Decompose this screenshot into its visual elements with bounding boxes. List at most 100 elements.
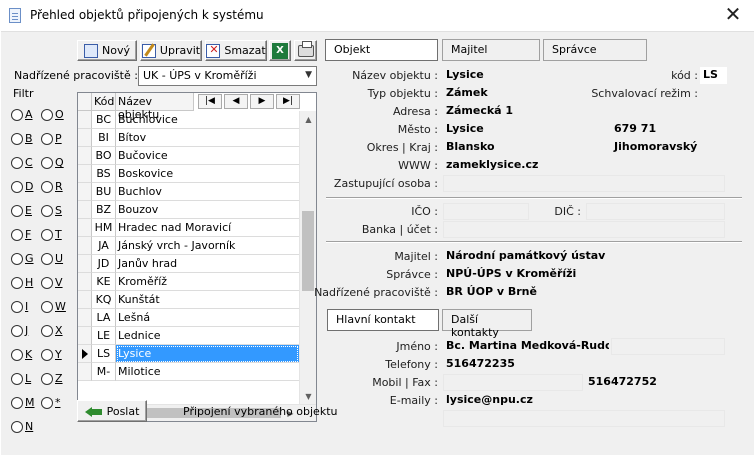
chevron-down-icon: ▼ (305, 70, 312, 80)
tab-owner[interactable]: Majitel (442, 39, 540, 61)
excel-export-button[interactable]: X (269, 40, 291, 61)
owner-label: Majitel : (394, 250, 438, 263)
tab-object[interactable]: Objekt (325, 39, 438, 61)
object-name-label: Název objektu : (352, 69, 438, 82)
filter-radio-t[interactable]: T (41, 228, 62, 241)
table-row[interactable]: BC Buchlovice (78, 111, 299, 129)
header-name[interactable]: Název objektu (116, 93, 194, 121)
scroll-thumb[interactable] (302, 211, 314, 291)
table-row[interactable]: LA Lešná (78, 309, 299, 327)
objects-grid[interactable]: Kód Název objektu |◀ ◀ ▶ ▶| BC Buchlovice… (77, 92, 317, 422)
vertical-scrollbar[interactable]: ▲ ▼ (299, 111, 316, 405)
row-indicator (78, 219, 92, 237)
tab-other-contacts[interactable]: Další kontakty (442, 309, 532, 339)
filter-radio-p[interactable]: P (41, 132, 62, 145)
table-row[interactable]: BO Bučovice (78, 147, 299, 165)
table-row[interactable]: KQ Kunštát (78, 291, 299, 309)
new-button-label: Nový (102, 44, 130, 57)
tab-manager[interactable]: Správce (543, 39, 647, 61)
radio-label: E (25, 204, 32, 217)
radio-circle-icon (11, 180, 23, 193)
filter-radio-y[interactable]: Y (41, 348, 62, 361)
filter-radio-u[interactable]: U (41, 252, 63, 265)
filter-radio-q[interactable]: Q (41, 156, 64, 169)
separator (326, 197, 742, 199)
filter-radio-r[interactable]: R (41, 180, 63, 193)
filter-radio-z[interactable]: Z (41, 372, 63, 385)
filter-radio-s[interactable]: S (41, 204, 62, 217)
filter-radio-f[interactable]: F (11, 228, 31, 241)
radio-label: Y (55, 348, 62, 361)
filter-radio-g[interactable]: G (11, 252, 34, 265)
scroll-down-icon[interactable]: ▼ (300, 388, 317, 405)
district-label: Okres | Kraj : (366, 141, 438, 154)
nav-next-button[interactable]: ▶ (250, 94, 274, 109)
table-row[interactable]: BZ Bouzov (78, 201, 299, 219)
title-bar: Přehled objektů připojených k systému ✕ (0, 0, 755, 31)
radio-circle-icon (11, 396, 23, 409)
main-window: Přehled objektů připojených k systému ✕ … (0, 0, 755, 456)
radio-circle-icon (41, 372, 53, 385)
filter-radio-k[interactable]: K (11, 348, 32, 361)
manager-value: NPÚ-ÚPS v Kroměříži (443, 266, 725, 283)
radio-label: O (55, 108, 64, 121)
delete-button[interactable]: Smazat (205, 40, 267, 61)
scroll-up-icon[interactable]: ▲ (300, 111, 317, 128)
filter-radio-v[interactable]: V (41, 276, 63, 289)
nav-prev-button[interactable]: ◀ (224, 94, 248, 109)
table-row[interactable]: LE Lednice (78, 327, 299, 345)
table-row[interactable]: BU Buchlov (78, 183, 299, 201)
row-code: HM (92, 219, 116, 237)
nav-last-button[interactable]: ▶| (276, 94, 300, 109)
row-code: BU (92, 183, 116, 201)
ico-label: IČO : (411, 205, 438, 218)
row-name: Bítov (116, 129, 299, 147)
client-area: Nový Upravit Smazat X Nadřízené pracoviš… (1, 31, 754, 455)
row-indicator (78, 273, 92, 291)
edit-button[interactable]: Upravit (140, 40, 202, 61)
separator (326, 241, 742, 243)
radio-circle-icon (11, 132, 23, 145)
table-row[interactable]: M- Milotice (78, 363, 299, 381)
filter-radio-b[interactable]: B (11, 132, 33, 145)
row-name: Boskovice (116, 165, 299, 183)
print-button[interactable] (294, 40, 317, 61)
table-row[interactable]: BS Boskovice (78, 165, 299, 183)
table-row[interactable]: JD Janův hrad (78, 255, 299, 273)
header-code[interactable]: Kód (92, 93, 116, 111)
filter-radio-l[interactable]: L (11, 372, 31, 385)
filter-radio-n[interactable]: N (11, 420, 33, 433)
filter-radio-j[interactable]: J (11, 324, 28, 337)
table-row[interactable]: LS Lysice (78, 345, 299, 363)
filter-radio-a[interactable]: A (11, 108, 33, 121)
filter-radio-i[interactable]: I (11, 300, 28, 313)
filter-radio-x[interactable]: X (41, 324, 63, 337)
close-button[interactable]: ✕ (711, 0, 755, 30)
new-button[interactable]: Nový (77, 40, 137, 61)
row-name: Lešná (116, 309, 299, 327)
filter-radio-e[interactable]: E (11, 204, 32, 217)
parent-workplace-select[interactable]: UK - ÚPS v Kroměříži ▼ (138, 66, 317, 86)
filter-radio-c[interactable]: C (11, 156, 33, 169)
table-row[interactable]: HM Hradec nad Moravicí (78, 219, 299, 237)
tab-main-contact[interactable]: Hlavní kontakt (327, 309, 439, 331)
filter-radio-all[interactable]: * (41, 396, 61, 409)
table-row[interactable]: KE Kroměříž (78, 273, 299, 291)
table-row[interactable]: BI Bítov (78, 129, 299, 147)
table-row[interactable]: JA Jánský vrch - Javorník (78, 237, 299, 255)
filter-radio-m[interactable]: M (11, 396, 35, 409)
header-indicator (78, 93, 92, 111)
radio-label: H (25, 276, 34, 289)
row-code: JA (92, 237, 116, 255)
filter-radio-w[interactable]: W (41, 300, 66, 313)
filter-radio-h[interactable]: H (11, 276, 33, 289)
send-button[interactable]: Poslat (77, 400, 147, 422)
nav-first-button[interactable]: |◀ (198, 94, 222, 109)
filter-radio-o[interactable]: O (41, 108, 64, 121)
row-code: BO (92, 147, 116, 165)
row-code: BZ (92, 201, 116, 219)
radio-label: Z (55, 372, 63, 385)
row-name: Kroměříž (116, 273, 299, 291)
filter-radio-d[interactable]: D (11, 180, 33, 193)
dic-value (586, 203, 725, 220)
